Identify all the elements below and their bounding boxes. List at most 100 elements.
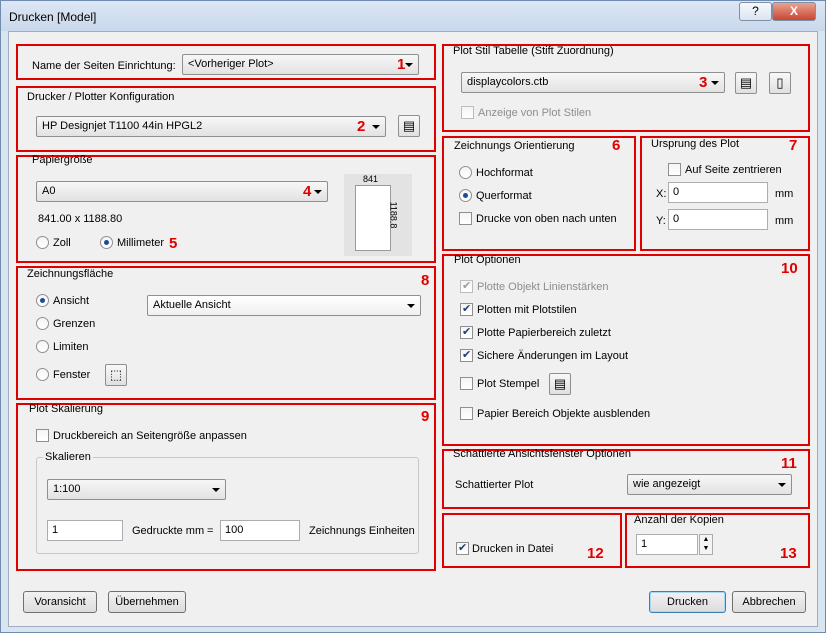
page-setup-combo[interactable]: <Vorheriger Plot>	[182, 54, 419, 75]
orientation-group-title: Zeichnungs Orientierung	[454, 140, 575, 152]
shaded-plot-combo[interactable]: wie angezeigt	[627, 474, 792, 495]
paper-preview: 841 1188.8	[344, 174, 412, 256]
marker-2: 2	[357, 118, 366, 135]
plot-offset-group-title: Ursprung des Plot	[651, 138, 740, 150]
marker-13: 13	[780, 545, 797, 562]
chevron-down-icon	[372, 125, 380, 129]
marker-3: 3	[699, 74, 708, 91]
plotter-combo[interactable]: HP Designjet T1100 44in HPGL2	[36, 116, 386, 137]
upside-down-checkbox[interactable]	[459, 212, 472, 225]
landscape-radio[interactable]	[459, 189, 472, 202]
view-combo[interactable]: Aktuelle Ansicht	[147, 295, 421, 316]
plot-style-new-button[interactable]: ▯	[769, 72, 791, 94]
plot-with-styles-label: Plotten mit Plotstilen	[477, 304, 577, 316]
area-window-radio[interactable]	[36, 368, 49, 381]
unit-inch-radio[interactable]	[36, 236, 49, 249]
scale-value: 1:100	[53, 483, 81, 495]
unit-mm-radio[interactable]	[100, 236, 113, 249]
copies-group-title: Anzahl der Kopien	[634, 514, 724, 526]
plot-style-combo[interactable]: displaycolors.ctb	[461, 72, 725, 93]
save-changes-label: Sichere Änderungen im Layout	[477, 350, 629, 362]
plot-style-edit-button[interactable]: ▤	[735, 72, 757, 94]
pick-window-icon: ⬚	[109, 367, 123, 382]
new-file-icon: ▯	[776, 75, 784, 90]
drawing-units-label: Zeichnungs Einheiten	[309, 525, 415, 537]
plot-stamp-settings-button[interactable]: ▤	[549, 373, 571, 395]
offset-y-unit: mm	[775, 215, 794, 227]
preview-button[interactable]: Voransicht	[23, 591, 97, 613]
chevron-down-icon	[405, 63, 413, 67]
area-limits-radio[interactable]	[36, 340, 49, 353]
plot-with-styles-checkbox[interactable]	[460, 302, 473, 316]
printed-mm-input[interactable]: 1	[47, 520, 123, 541]
plot-scale-group-title: Plot Skalierung	[29, 403, 103, 415]
plot-style-group-title: Plot Stil Tabelle (Stift Zuordnung)	[453, 45, 614, 57]
unit-inch-label: Zoll	[53, 237, 71, 249]
equals-sign: =	[207, 525, 214, 537]
pick-window-button[interactable]: ⬚	[105, 364, 127, 386]
plotter-value: HP Designjet T1100 44in HPGL2	[42, 120, 203, 132]
area-extents-radio[interactable]	[36, 317, 49, 330]
shaded-options-group-title: Schattierte Ansichtsfenster Optionen	[453, 448, 631, 460]
shaded-plot-label: Schattierter Plot	[455, 479, 534, 491]
copies-spinner[interactable]: ▲ ▼	[699, 534, 713, 555]
plot-lineweights-checkbox[interactable]	[460, 279, 473, 293]
offset-y-input[interactable]: 0	[668, 209, 768, 230]
close-button[interactable]: X	[772, 2, 816, 21]
plot-lineweights-label: Plotte Objekt Linienstärken	[477, 281, 609, 293]
cancel-button[interactable]: Abbrechen	[732, 591, 806, 613]
page-setup-label: Name der Seiten Einrichtung:	[32, 60, 176, 72]
marker-1: 1	[397, 56, 406, 73]
paper-preview-sheet	[355, 185, 391, 251]
fit-to-paper-label: Druckbereich an Seitengröße anpassen	[53, 430, 247, 442]
landscape-label: Querformat	[476, 190, 532, 202]
plot-style-value: displaycolors.ctb	[467, 76, 549, 88]
drawing-units-input[interactable]: 100	[220, 520, 300, 541]
marker-10: 10	[781, 260, 798, 277]
fit-to-paper-checkbox[interactable]	[36, 429, 49, 442]
area-view-label: Ansicht	[53, 295, 90, 307]
offset-x-label: X:	[656, 188, 667, 200]
plot-area-group-title: Zeichnungsfläche	[27, 268, 114, 280]
print-to-file-label: Drucken in Datei	[472, 543, 554, 555]
view-value: Aktuelle Ansicht	[153, 299, 231, 311]
copies-input[interactable]: 1	[636, 534, 698, 555]
area-limits-label: Limiten	[53, 341, 89, 353]
plot-stamp-checkbox[interactable]	[460, 377, 473, 390]
title-bar: Drucken [Model] ? X	[1, 1, 825, 31]
chevron-down-icon	[407, 304, 415, 308]
marker-12: 12	[587, 545, 604, 562]
print-button[interactable]: Drucken	[649, 591, 726, 613]
apply-button[interactable]: Übernehmen	[108, 591, 186, 613]
paper-preview-height: 1188.8	[388, 201, 399, 229]
marker-7: 7	[789, 137, 798, 154]
help-button[interactable]: ?	[739, 2, 772, 21]
plot-options-group-title: Plot Optionen	[454, 254, 521, 266]
page-setup-value: <Vorheriger Plot>	[188, 58, 274, 70]
scale-combo[interactable]: 1:100	[47, 479, 226, 500]
save-changes-checkbox[interactable]	[460, 348, 473, 362]
plotter-properties-button[interactable]: ▤	[398, 115, 420, 137]
marker-6: 6	[612, 137, 621, 154]
plotter-group-title: Drucker / Plotter Konfiguration	[27, 91, 175, 103]
show-plot-styles-checkbox[interactable]	[461, 106, 474, 119]
show-plot-styles-label: Anzeige von Plot Stilen	[478, 107, 592, 119]
paper-dimensions: 841.00 x 1188.80	[38, 213, 123, 225]
paper-combo[interactable]: A0	[36, 181, 328, 202]
marker-8: 8	[421, 272, 430, 289]
edit-icon: ▤	[739, 75, 753, 90]
print-to-file-checkbox[interactable]	[456, 541, 469, 555]
offset-x-input[interactable]: 0	[668, 182, 768, 203]
offset-y-label: Y:	[656, 215, 666, 227]
chevron-down-icon	[711, 81, 719, 85]
marker-11: 11	[781, 455, 797, 472]
center-plot-checkbox[interactable]	[668, 163, 681, 176]
spin-up-icon: ▲	[702, 536, 710, 543]
paperspace-last-checkbox[interactable]	[460, 325, 473, 339]
print-dialog: Drucken [Model] ? X Name der Seiten Einr…	[0, 0, 826, 633]
paper-value: A0	[42, 185, 56, 197]
area-view-radio[interactable]	[36, 294, 49, 307]
hide-paperspace-checkbox[interactable]	[460, 407, 473, 420]
area-window-label: Fenster	[53, 369, 91, 381]
portrait-radio[interactable]	[459, 166, 472, 179]
